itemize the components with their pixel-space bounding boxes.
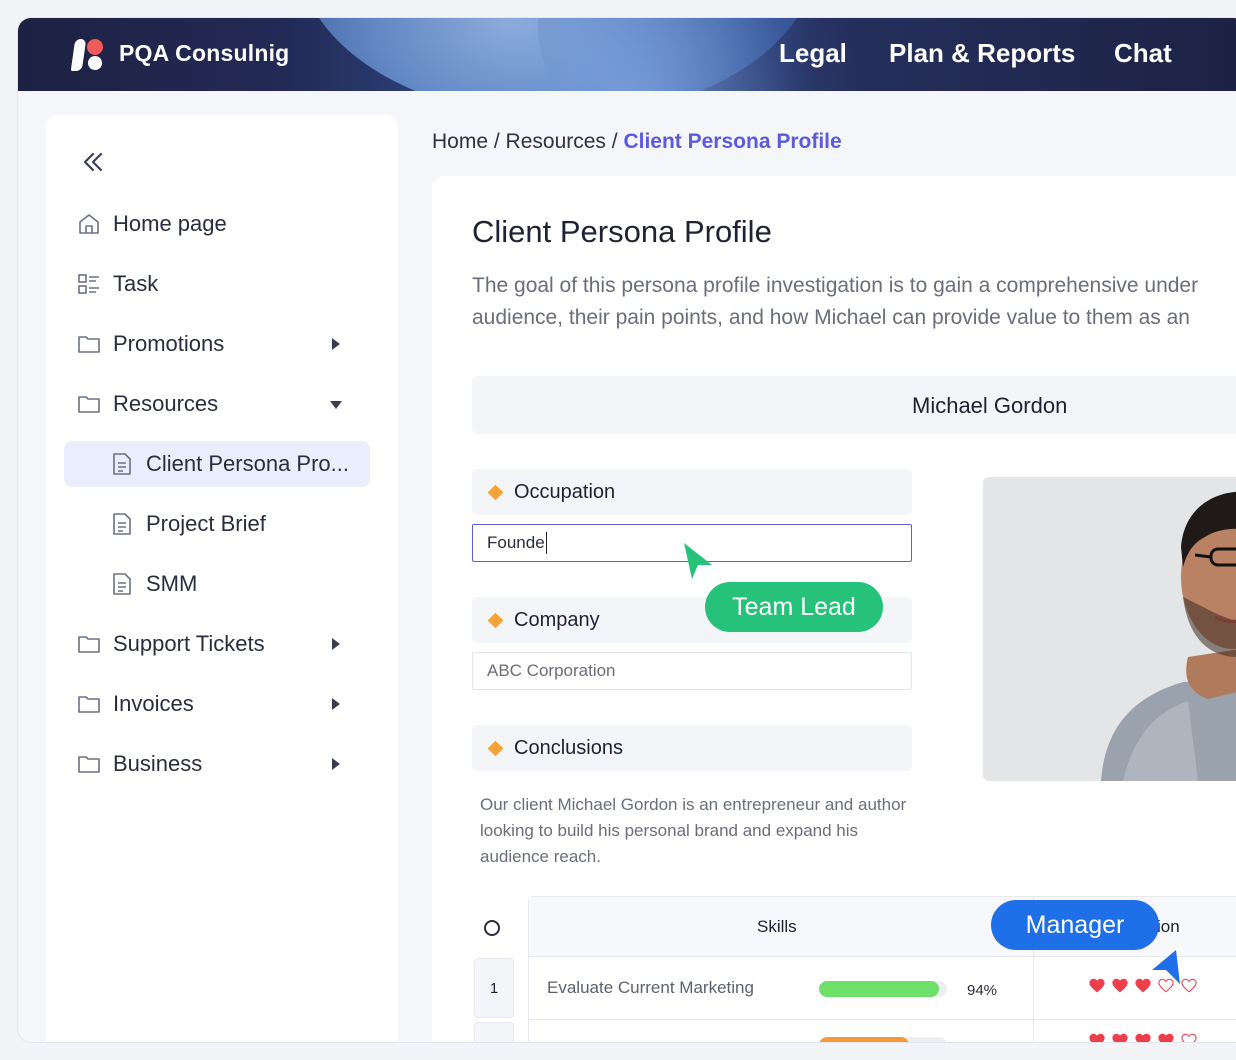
sidebar-item-label: Client Persona Pro... <box>146 451 349 476</box>
heart-icon[interactable] <box>1112 1033 1128 1043</box>
nav-legal[interactable]: Legal <box>779 38 847 69</box>
caret-down-icon[interactable] <box>330 401 342 409</box>
folder-icon <box>76 391 102 417</box>
breadcrumb-home[interactable]: Home <box>432 130 488 153</box>
persona-name-bar: Michael Gordon <box>472 376 1236 434</box>
heart-icon[interactable] <box>1158 1033 1174 1043</box>
collapse-sidebar-icon[interactable] <box>80 149 106 175</box>
team-lead-tag: Team Lead <box>705 582 883 632</box>
heart-icon[interactable] <box>1181 1033 1197 1043</box>
conclusions-text[interactable]: Our client Michael Gordon is an entrepre… <box>480 792 920 870</box>
conclusions-label-text: Conclusions <box>514 736 623 759</box>
sidebar-item-client-persona-profile[interactable]: Client Persona Pro... <box>64 441 370 487</box>
intro-text: The goal of this persona profile investi… <box>472 270 1236 334</box>
home-icon <box>76 211 102 237</box>
team-lead-cursor-icon <box>684 543 712 579</box>
occupation-label: Occupation <box>472 469 912 515</box>
screen-frame: PQA Consulnig Legal Plan & Reports Chat … <box>0 0 1236 1060</box>
sidebar-item-label: Project Brief <box>146 511 266 536</box>
breadcrumb-resources[interactable]: Resources <box>506 130 606 153</box>
sidebar-item-home-page[interactable]: Home page <box>76 201 368 247</box>
breadcrumb-current: Client Persona Profile <box>623 130 842 153</box>
breadcrumb-separator: / <box>488 130 506 153</box>
nav-plan-reports[interactable]: Plan & Reports <box>889 38 1075 69</box>
task-list-icon <box>76 271 102 297</box>
sidebar-item-project-brief[interactable]: Project Brief <box>64 501 370 547</box>
document-icon <box>109 451 135 477</box>
breadcrumb: Home / Resources / Client Persona Profil… <box>432 130 842 154</box>
diamond-icon <box>487 612 504 628</box>
sidebar-item-label: Home page <box>113 211 227 236</box>
folder-icon <box>76 631 102 657</box>
page-title: Client Persona Profile <box>472 214 772 249</box>
folder-icon <box>76 751 102 777</box>
sidebar-item-resources[interactable]: Resources <box>76 381 368 427</box>
breadcrumb-separator: / <box>605 130 624 153</box>
folder-icon <box>76 331 102 357</box>
sidebar-item-label: Resources <box>113 391 219 416</box>
sidebar-item-promotions[interactable]: Promotions <box>76 321 368 367</box>
occupation-input-value: Founde <box>487 533 545 552</box>
passion-column-header[interactable]: ion <box>1157 917 1180 937</box>
caret-right-icon[interactable] <box>332 638 340 650</box>
sidebar-item-business[interactable]: Business <box>76 741 368 787</box>
sidebar-item-invoices[interactable]: Invoices <box>76 681 368 727</box>
diamond-icon <box>487 740 504 756</box>
nav-chat[interactable]: Chat <box>1114 38 1172 69</box>
skills-column-header[interactable]: Skills <box>757 917 797 937</box>
skill-progress-bar <box>819 981 947 997</box>
heart-icon[interactable] <box>1112 978 1128 993</box>
intro-line-2: audience, their pain points, and how Mic… <box>472 306 1190 329</box>
skill-progress-fill <box>819 981 940 997</box>
row-divider <box>529 1019 1236 1020</box>
manager-cursor-icon <box>1152 950 1180 984</box>
sidebar-item-support-tickets[interactable]: Support Tickets <box>76 621 368 667</box>
select-all-radio[interactable] <box>484 920 500 936</box>
document-icon <box>109 571 135 597</box>
sidebar-item-label: Business <box>113 751 203 776</box>
diamond-icon <box>487 484 504 500</box>
sidebar-item-smm[interactable]: SMM <box>64 561 370 607</box>
sidebar-item-label: Task <box>113 271 159 296</box>
skill-progress-fill <box>819 1037 909 1042</box>
app-window: PQA Consulnig Legal Plan & Reports Chat … <box>17 17 1236 1043</box>
occupation-label-text: Occupation <box>514 480 616 503</box>
caret-right-icon[interactable] <box>332 698 340 710</box>
skill-name: Evaluate Current Marketing <box>547 978 754 997</box>
conclusions-label: Conclusions <box>472 725 912 771</box>
sidebar: Home page Task Promotions Resources Clie… <box>46 115 398 1042</box>
brand-logo-icon[interactable] <box>70 39 105 71</box>
document-icon <box>109 511 135 537</box>
sidebar-item-task[interactable]: Task <box>76 261 368 307</box>
sidebar-item-label: Promotions <box>113 331 225 356</box>
brand-name[interactable]: PQA Consulnig <box>119 40 289 67</box>
company-input[interactable]: ABC Corporation <box>472 652 912 690</box>
sidebar-item-label: SMM <box>146 571 198 596</box>
text-caret <box>545 532 548 554</box>
company-input-value: ABC Corporation <box>487 661 616 680</box>
persona-photo <box>983 477 1236 781</box>
heart-icon[interactable] <box>1089 1033 1105 1043</box>
sidebar-item-label: Invoices <box>113 691 194 716</box>
caret-right-icon[interactable] <box>332 338 340 350</box>
row-number: 1 <box>474 958 514 1018</box>
skill-percent: 94% <box>967 982 998 999</box>
manager-tag: Manager <box>991 900 1159 950</box>
heart-icon[interactable] <box>1089 978 1105 993</box>
caret-right-icon[interactable] <box>332 758 340 770</box>
heart-icon[interactable] <box>1135 978 1151 993</box>
intro-line-1: The goal of this persona profile investi… <box>472 274 1199 297</box>
row-number <box>474 1022 514 1042</box>
folder-icon <box>76 691 102 717</box>
top-navigation-bar: PQA Consulnig Legal Plan & Reports Chat <box>18 18 1236 91</box>
persona-name: Michael Gordon <box>912 393 1068 418</box>
company-label-text: Company <box>514 608 600 631</box>
sidebar-item-label: Support Tickets <box>113 631 265 656</box>
heart-icon[interactable] <box>1135 1033 1151 1043</box>
skill-progress-bar <box>819 1037 947 1042</box>
